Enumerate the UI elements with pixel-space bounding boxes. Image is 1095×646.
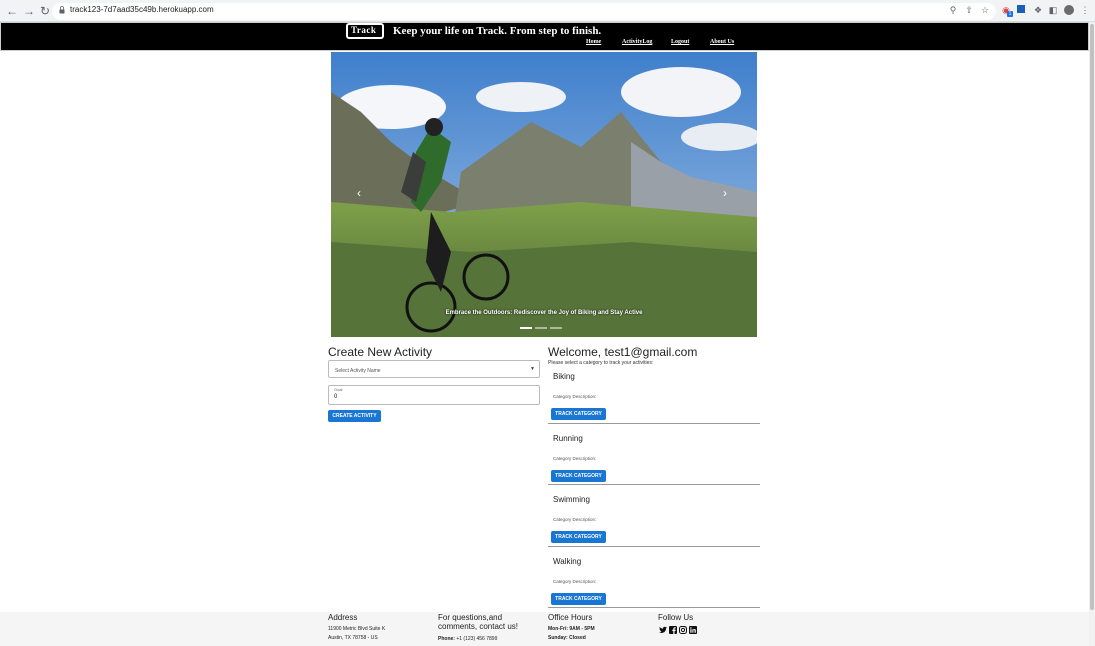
bookmark-star-icon[interactable]: ☆: [980, 5, 990, 15]
category-description: Category Description:: [553, 517, 597, 522]
phone-label: Phone:: [438, 636, 455, 642]
menu-dots-icon[interactable]: ⋮: [1080, 5, 1090, 15]
category-title: Running: [553, 434, 583, 443]
track-category-button-swimming[interactable]: TRACK CATEGORY: [551, 531, 606, 543]
caret-down-icon: ▼: [530, 366, 535, 372]
carousel-image: [331, 52, 757, 337]
create-activity-heading: Create New Activity: [328, 345, 433, 359]
page-scrollbar[interactable]: [1089, 22, 1095, 646]
nav-activitylog[interactable]: ActivityLog: [622, 39, 652, 45]
url-text: track123-7d7aad35c49b.herokuapp.com: [70, 5, 214, 14]
carousel-next-icon[interactable]: ›: [723, 187, 731, 199]
footer-phone: Phone: +1 (123) 456 7899: [438, 636, 497, 642]
scrollbar-thumb[interactable]: [1090, 24, 1094, 610]
linkedin-icon[interactable]: [689, 626, 697, 634]
category-divider: [548, 423, 760, 424]
share-icon[interactable]: ⇧: [964, 5, 974, 15]
category-instructions: Please select a category to track your a…: [548, 360, 654, 366]
puzzle-icon[interactable]: ❖: [1033, 5, 1043, 15]
category-divider: [548, 484, 760, 485]
site-footer: [0, 612, 1089, 646]
hero-carousel: ‹ › Embrace the Outdoors: Rediscover the…: [331, 52, 757, 337]
category-description: Category Description:: [553, 394, 597, 399]
track-category-button-walking[interactable]: TRACK CATEGORY: [551, 593, 606, 605]
category-title: Walking: [553, 557, 582, 566]
goal-label: Goal: [334, 387, 343, 392]
back-icon[interactable]: ←: [5, 4, 19, 18]
reload-icon[interactable]: ↻: [38, 4, 52, 18]
category-title: Biking: [553, 372, 575, 381]
nav-about-us[interactable]: About Us: [710, 39, 734, 45]
twitter-icon[interactable]: [659, 626, 667, 634]
activity-name-select[interactable]: Select Activity Name ▼: [328, 360, 540, 378]
extension-app-icon[interactable]: [1017, 5, 1025, 13]
carousel-dot[interactable]: [520, 327, 532, 329]
nav-home[interactable]: Home: [586, 39, 601, 45]
select-placeholder: Select Activity Name: [335, 368, 381, 374]
carousel-dot[interactable]: [535, 327, 547, 329]
footer-contact-title: For questions,and comments, contact us!: [438, 613, 519, 631]
track-logo[interactable]: Track: [346, 23, 384, 39]
facebook-icon[interactable]: [669, 626, 677, 634]
carousel-indicators: [520, 327, 568, 330]
extension-badge: 1: [1007, 11, 1013, 17]
logo-text: Track: [351, 25, 377, 35]
forward-icon[interactable]: →: [22, 4, 36, 18]
carousel-dot[interactable]: [550, 327, 562, 329]
instagram-icon[interactable]: [679, 626, 687, 634]
category-description: Category Description:: [553, 456, 597, 461]
tagline: Keep your life on Track. From step to fi…: [393, 25, 602, 37]
footer-hours-sunday: Sunday: Closed: [548, 635, 586, 641]
create-activity-button[interactable]: CREATE ACTIVITY: [328, 410, 381, 422]
footer-address-line2: Austin, TX 78758 - US: [328, 635, 378, 641]
lock-icon: [59, 6, 65, 14]
side-panel-icon[interactable]: ◧: [1048, 5, 1058, 15]
category-divider: [548, 607, 760, 608]
goal-input[interactable]: Goal 0: [328, 385, 540, 405]
category-title: Swimming: [553, 495, 590, 504]
profile-avatar[interactable]: [1064, 5, 1074, 15]
footer-follow-title: Follow Us: [658, 613, 694, 622]
footer-address-line1: 11900 Metric Blvd Suite K: [328, 626, 386, 632]
welcome-heading: Welcome, test1@gmail.com: [548, 345, 698, 359]
footer-address-title: Address: [328, 613, 358, 622]
carousel-caption: Embrace the Outdoors: Rediscover the Joy…: [445, 310, 643, 316]
phone-value[interactable]: +1 (123) 456 7899: [456, 636, 497, 642]
footer-hours-title: Office Hours: [548, 613, 593, 622]
site-header: Track Keep your life on Track. From step…: [0, 22, 1089, 51]
category-description: Category Description:: [553, 579, 597, 584]
category-divider: [548, 546, 760, 547]
nav-logout[interactable]: Logout: [671, 39, 689, 45]
footer-hours-weekday: Mon-Fri: 9AM - 5PM: [548, 626, 595, 632]
carousel-prev-icon[interactable]: ‹: [357, 187, 365, 199]
goal-value: 0: [334, 394, 338, 400]
browser-toolbar: ← → ↻ track123-7d7aad35c49b.herokuapp.co…: [0, 0, 1095, 22]
track-category-button-running[interactable]: TRACK CATEGORY: [551, 470, 606, 482]
track-category-button-biking[interactable]: TRACK CATEGORY: [551, 408, 606, 420]
zoom-icon[interactable]: ⚲: [948, 5, 958, 15]
